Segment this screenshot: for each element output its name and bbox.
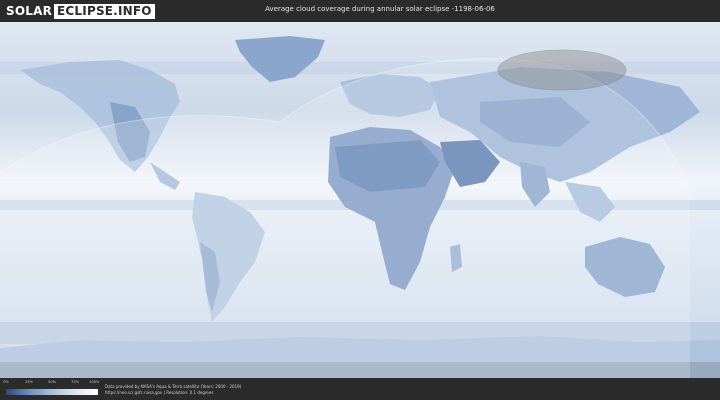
app-frame: SOLAR ECLIPSE.INFO Average cloud coverag…	[0, 0, 720, 400]
legend-tick-labels: 0% 25% 50% 75% 100%	[3, 380, 100, 386]
legend-tick-50: 50%	[48, 380, 56, 384]
eclipse-annularity-shadow	[497, 49, 627, 91]
legend-gradient-bar	[6, 389, 98, 395]
header-bar: SOLAR ECLIPSE.INFO Average cloud coverag…	[0, 0, 720, 22]
map-title: Average cloud coverage during annular so…	[265, 5, 495, 13]
footer-bar: 0% 25% 50% 75% 100% Data provided by NAS…	[0, 378, 720, 400]
credits-line-1: Data provided by NASA's Aqua & Terra sat…	[105, 384, 242, 389]
legend-tick-0: 0%	[3, 380, 9, 384]
legend-tick-25: 25%	[25, 380, 33, 384]
data-credits: Data provided by NASA's Aqua & Terra sat…	[105, 384, 241, 395]
site-logo[interactable]: SOLAR ECLIPSE.INFO	[6, 3, 155, 19]
legend-tick-100: 100%	[89, 380, 100, 384]
cloud-coverage-legend: 0% 25% 50% 75% 100%	[3, 380, 100, 400]
credits-line-2[interactable]: https://neo.sci.gsfc.nasa.gov | Resoluti…	[105, 390, 241, 396]
legend-tick-75: 75%	[71, 380, 79, 384]
world-map-svg	[0, 22, 720, 378]
cloud-coverage-map[interactable]	[0, 22, 720, 378]
logo-eclipse-text: ECLIPSE.INFO	[54, 3, 155, 19]
logo-solar-text: SOLAR	[6, 4, 53, 18]
